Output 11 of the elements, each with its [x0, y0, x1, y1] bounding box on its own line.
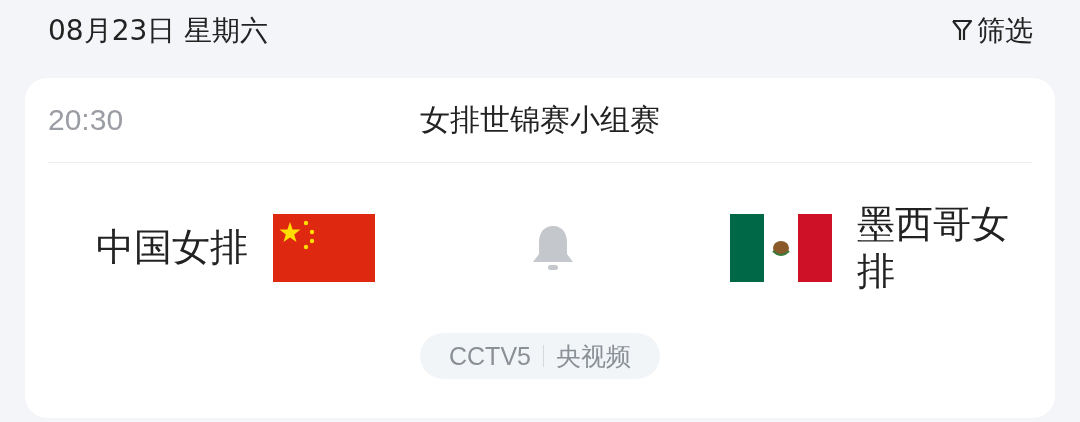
filter-button[interactable]: 筛选 [951, 12, 1033, 50]
event-title: 女排世锦赛小组赛 [420, 100, 660, 139]
team-name: 中国女排 [96, 224, 249, 272]
flag-icon [730, 214, 832, 282]
match-card[interactable]: 20:30 女排世锦赛小组赛 中国女排 墨西哥女排 CCTV5 央视频 [25, 78, 1055, 418]
channel-label: 央视频 [556, 340, 631, 372]
date-label: 08月23日 星期六 [48, 13, 269, 49]
flag-icon [273, 214, 375, 282]
team-name: 墨西哥女排 [856, 200, 1010, 295]
match-time: 20:30 [48, 103, 124, 137]
channel-label: CCTV5 [449, 341, 531, 371]
